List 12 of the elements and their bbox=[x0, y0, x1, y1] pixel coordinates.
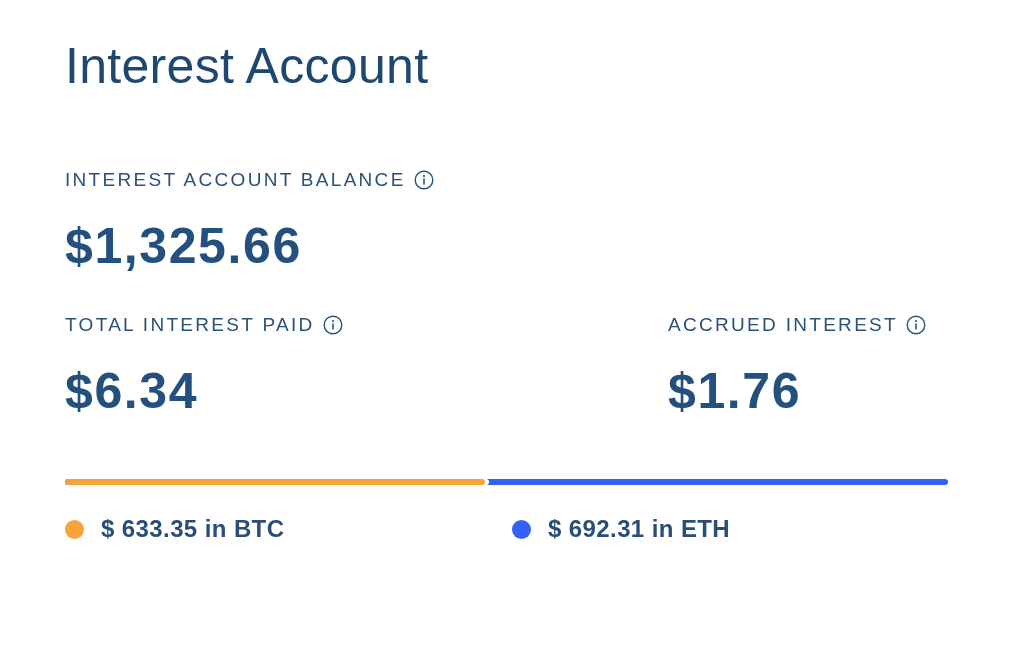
stat-label: TOTAL INTEREST PAID bbox=[65, 313, 315, 337]
balance-value: $1,325.66 bbox=[65, 218, 303, 274]
legend-label: $ 633.35 in BTC bbox=[101, 514, 285, 544]
stat-label: ACCRUED INTEREST bbox=[668, 313, 898, 337]
legend-label: $ 692.31 in ETH bbox=[548, 514, 731, 544]
info-icon[interactable] bbox=[413, 170, 434, 190]
stat-value: $1.76 bbox=[668, 363, 803, 419]
info-icon[interactable] bbox=[906, 315, 926, 335]
page-title: Interest Account bbox=[65, 37, 430, 96]
info-icon[interactable] bbox=[322, 315, 343, 335]
stat-value: $6.34 bbox=[65, 363, 200, 419]
balance-label: INTEREST ACCOUNT BALANCE bbox=[65, 168, 406, 192]
